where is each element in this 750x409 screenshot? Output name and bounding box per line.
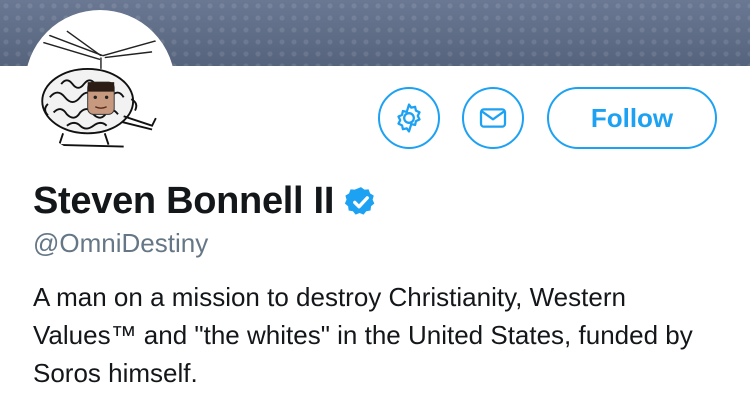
profile-name-row: Steven Bonnell II [33,180,378,223]
avatar-helicopter-brain-image [41,30,157,148]
message-button[interactable] [462,87,524,149]
gear-icon [397,103,421,133]
settings-button[interactable] [378,87,440,149]
verified-badge-icon [344,186,375,215]
profile-name: Steven Bonnell II [33,180,335,222]
profile-bio: A man on a mission to destroy Christiani… [33,282,693,388]
avatar[interactable] [25,10,175,160]
profile-handle: @OmniDestiny [33,228,209,258]
follow-button[interactable]: Follow [547,87,717,149]
envelope-icon [479,108,507,128]
